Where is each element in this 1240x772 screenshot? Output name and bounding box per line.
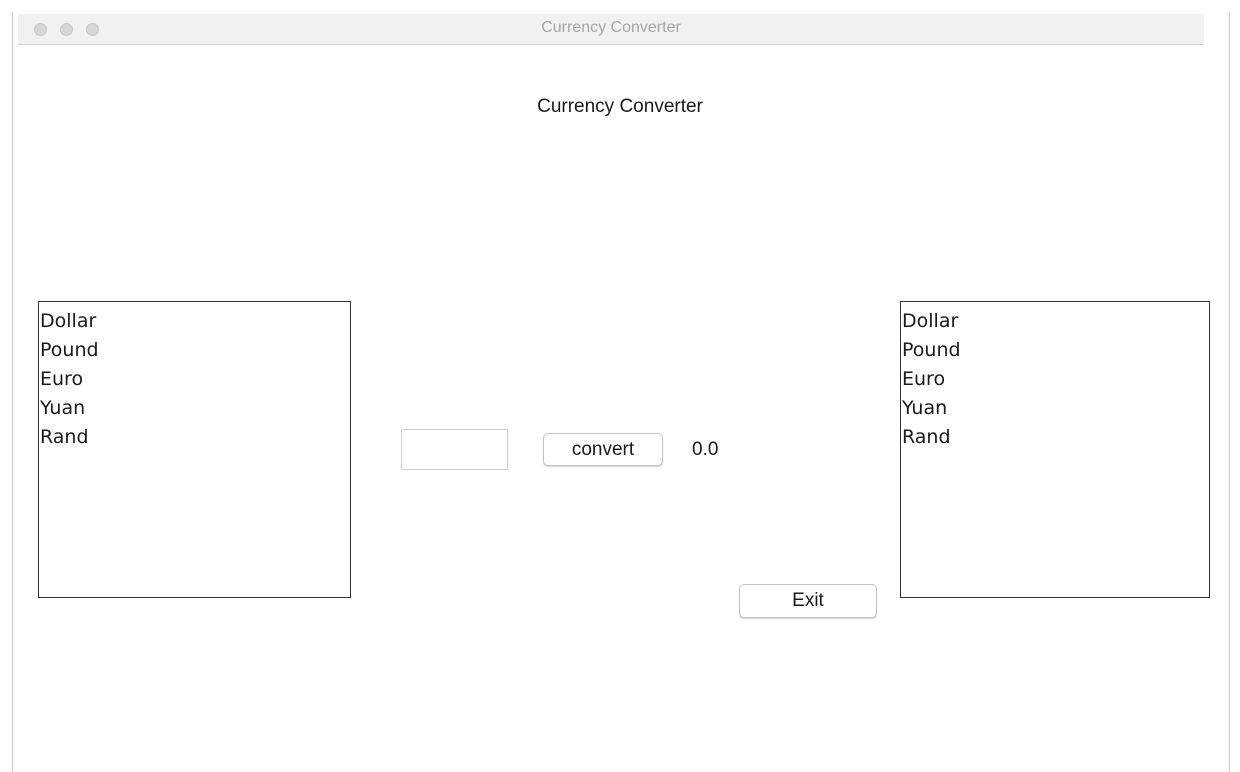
to-currency-item-dollar[interactable]: Dollar xyxy=(901,307,1209,336)
from-currency-item-rand[interactable]: Rand xyxy=(39,423,350,452)
to-currency-item-rand[interactable]: Rand xyxy=(901,423,1209,452)
to-currency-listbox[interactable]: Dollar Pound Euro Yuan Rand xyxy=(900,301,1210,598)
exit-button[interactable]: Exit xyxy=(739,584,877,618)
page-title: Currency Converter xyxy=(537,96,703,117)
from-currency-item-euro[interactable]: Euro xyxy=(39,365,350,394)
from-currency-item-yuan[interactable]: Yuan xyxy=(39,394,350,423)
to-currency-item-euro[interactable]: Euro xyxy=(901,365,1209,394)
amount-input[interactable] xyxy=(401,429,508,470)
result-value: 0.0 xyxy=(692,439,719,460)
title-bar[interactable]: Currency Converter xyxy=(18,14,1204,45)
window-title: Currency Converter xyxy=(541,19,681,36)
from-currency-item-dollar[interactable]: Dollar xyxy=(39,307,350,336)
to-currency-item-yuan[interactable]: Yuan xyxy=(901,394,1209,423)
convert-button[interactable]: convert xyxy=(543,433,663,466)
from-currency-item-pound[interactable]: Pound xyxy=(39,336,350,365)
to-currency-item-pound[interactable]: Pound xyxy=(901,336,1209,365)
from-currency-listbox[interactable]: Dollar Pound Euro Yuan Rand xyxy=(38,301,351,598)
